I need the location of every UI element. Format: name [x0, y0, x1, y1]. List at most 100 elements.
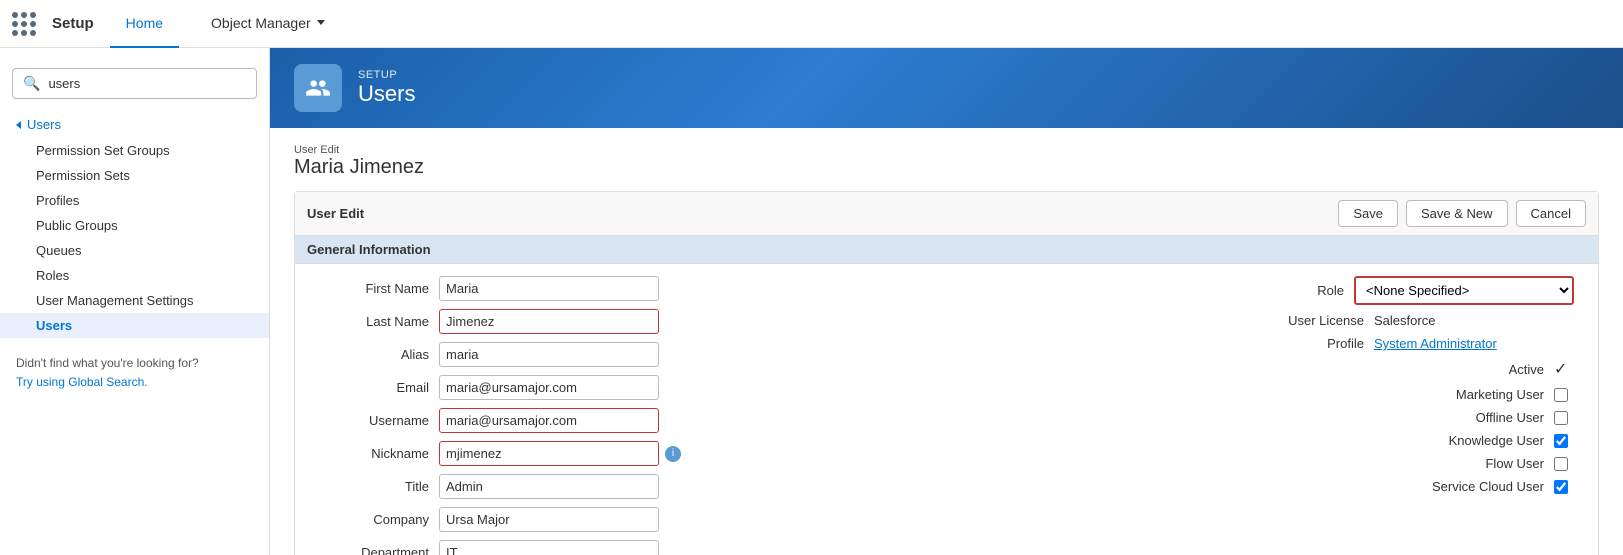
- knowledge-user-label: Knowledge User: [1404, 433, 1554, 448]
- search-box[interactable]: 🔍: [12, 68, 257, 99]
- last-name-label: Last Name: [319, 314, 439, 329]
- active-label: Active: [1404, 362, 1554, 377]
- offline-user-label: Offline User: [1404, 410, 1554, 425]
- username-label: Username: [319, 413, 439, 428]
- department-row: Department: [319, 540, 935, 555]
- first-name-input[interactable]: [439, 276, 659, 301]
- marketing-user-row: Marketing User: [959, 387, 1575, 402]
- service-cloud-user-label: Service Cloud User: [1404, 479, 1554, 494]
- users-icon: [294, 64, 342, 112]
- role-select[interactable]: <None Specified>: [1354, 276, 1574, 305]
- content-area: SETUP Users User Edit Maria Jimenez User…: [270, 48, 1623, 555]
- service-cloud-user-checkbox[interactable]: [1554, 480, 1568, 494]
- search-input[interactable]: [48, 76, 246, 91]
- sidebar-item-user-management-settings[interactable]: User Management Settings: [0, 288, 269, 313]
- chevron-icon: [16, 121, 21, 129]
- form-left: First Name Last Name Alias Email: [307, 276, 947, 555]
- marketing-user-value: [1554, 388, 1574, 402]
- offline-user-row: Offline User: [959, 410, 1575, 425]
- nickname-row: Nickname i: [319, 441, 935, 466]
- cancel-button[interactable]: Cancel: [1516, 200, 1586, 227]
- sidebar-item-roles[interactable]: Roles: [0, 263, 269, 288]
- title-input[interactable]: [439, 474, 659, 499]
- role-row: Role <None Specified>: [959, 276, 1575, 305]
- flow-user-row: Flow User: [959, 456, 1575, 471]
- service-cloud-user-value: [1554, 480, 1574, 494]
- knowledge-user-value: [1554, 434, 1574, 448]
- title-row: Title: [319, 474, 935, 499]
- form-panel-title: User Edit: [307, 206, 364, 221]
- email-row: Email: [319, 375, 935, 400]
- profile-row: Profile System Administrator: [959, 336, 1575, 351]
- flow-user-value: [1554, 457, 1574, 471]
- form-buttons: Save Save & New Cancel: [1338, 200, 1586, 227]
- global-search-link[interactable]: Try using Global Search.: [16, 375, 148, 389]
- user-license-value: Salesforce: [1374, 313, 1574, 328]
- alias-label: Alias: [319, 347, 439, 362]
- last-name-input[interactable]: [439, 309, 659, 334]
- email-input[interactable]: [439, 375, 659, 400]
- marketing-user-label: Marketing User: [1404, 387, 1554, 402]
- knowledge-user-checkbox[interactable]: [1554, 434, 1568, 448]
- sidebar-item-permission-set-groups[interactable]: Permission Set Groups: [0, 138, 269, 163]
- first-name-row: First Name: [319, 276, 935, 301]
- alias-row: Alias: [319, 342, 935, 367]
- app-launcher-icon[interactable]: [12, 12, 36, 36]
- profile-value: System Administrator: [1374, 336, 1574, 351]
- offline-user-value: [1554, 411, 1574, 425]
- sidebar-item-users[interactable]: Users: [0, 313, 269, 338]
- nickname-info-icon[interactable]: i: [665, 446, 681, 462]
- sidebar-item-permission-sets[interactable]: Permission Sets: [0, 163, 269, 188]
- page-name: Maria Jimenez: [294, 156, 1599, 179]
- setup-label: Setup: [52, 15, 94, 32]
- title-label: Title: [319, 479, 439, 494]
- active-value: ✓: [1554, 359, 1574, 379]
- header-subtitle: SETUP: [358, 69, 415, 81]
- sidebar-item-queues[interactable]: Queues: [0, 238, 269, 263]
- role-label: Role: [1204, 283, 1354, 298]
- profile-label: Profile: [1224, 336, 1374, 351]
- general-info-header: General Information: [295, 236, 1598, 264]
- last-name-row: Last Name: [319, 309, 935, 334]
- profile-link[interactable]: System Administrator: [1374, 336, 1497, 351]
- save-new-button[interactable]: Save & New: [1406, 200, 1508, 227]
- first-name-label: First Name: [319, 281, 439, 296]
- page-edit-label: User Edit: [294, 144, 1599, 156]
- username-row: Username: [319, 408, 935, 433]
- form-panel: User Edit Save Save & New Cancel General…: [294, 191, 1599, 555]
- marketing-user-checkbox[interactable]: [1554, 388, 1568, 402]
- offline-user-checkbox[interactable]: [1554, 411, 1568, 425]
- header-title: Users: [358, 81, 415, 107]
- company-input[interactable]: [439, 507, 659, 532]
- sidebar-not-found: Didn't find what you're looking for? Try…: [0, 338, 269, 408]
- sidebar-parent-users[interactable]: Users: [0, 111, 269, 138]
- sidebar-users-section: Users Permission Set Groups Permission S…: [0, 111, 269, 338]
- active-row: Active ✓: [959, 359, 1575, 379]
- knowledge-user-row: Knowledge User: [959, 433, 1575, 448]
- email-label: Email: [319, 380, 439, 395]
- flow-user-label: Flow User: [1404, 456, 1554, 471]
- main-layout: 🔍 Users Permission Set Groups Permission…: [0, 48, 1623, 555]
- user-license-row: User License Salesforce: [959, 313, 1575, 328]
- form-container: User Edit Maria Jimenez User Edit Save S…: [270, 128, 1623, 555]
- sidebar-item-profiles[interactable]: Profiles: [0, 188, 269, 213]
- sidebar-item-public-groups[interactable]: Public Groups: [0, 213, 269, 238]
- department-input[interactable]: [439, 540, 659, 555]
- header-text: SETUP Users: [358, 69, 415, 107]
- username-input[interactable]: [439, 408, 659, 433]
- service-cloud-user-row: Service Cloud User: [959, 479, 1575, 494]
- home-tab[interactable]: Home: [110, 0, 179, 48]
- company-row: Company: [319, 507, 935, 532]
- form-body: First Name Last Name Alias Email: [295, 264, 1598, 555]
- save-button[interactable]: Save: [1338, 200, 1398, 227]
- object-manager-tab[interactable]: Object Manager: [195, 0, 341, 48]
- flow-user-checkbox[interactable]: [1554, 457, 1568, 471]
- page-header: SETUP Users: [270, 48, 1623, 128]
- department-label: Department: [319, 545, 439, 555]
- nickname-input[interactable]: [439, 441, 659, 466]
- form-panel-header: User Edit Save Save & New Cancel: [295, 192, 1598, 236]
- sidebar: 🔍 Users Permission Set Groups Permission…: [0, 48, 270, 555]
- chevron-down-icon: [317, 20, 325, 25]
- alias-input[interactable]: [439, 342, 659, 367]
- company-label: Company: [319, 512, 439, 527]
